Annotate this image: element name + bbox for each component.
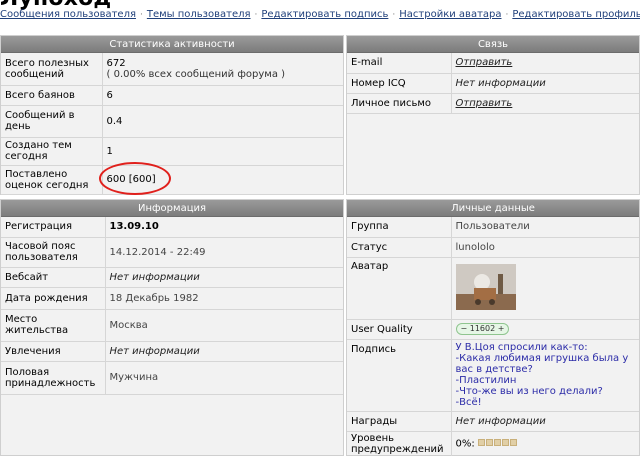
row-label: Всего полезных сообщений: [1, 53, 103, 86]
row-value: Отправить: [451, 93, 639, 114]
table-row: Половая принадлежность Мужчина: [1, 361, 343, 395]
row-label: Всего баянов: [1, 85, 103, 106]
table-row: Регистрация 13.09.10: [1, 217, 343, 238]
nav-separator: ·: [254, 10, 258, 20]
table-row: Подпись У В.Цоя спросили как-то: -Какая …: [347, 339, 639, 412]
table-row: Создано тем сегодня 1: [1, 137, 343, 166]
nav-separator: ·: [139, 10, 143, 20]
row-value: Пользователи: [451, 217, 639, 238]
personal-panel: Личные данные Группа Пользователи Статус l…: [346, 199, 640, 456]
personal-header: Личные данные: [347, 200, 639, 217]
row-value: Отправить: [451, 53, 639, 74]
table-row: Группа Пользователи: [347, 217, 639, 238]
nav-edit-signature[interactable]: Редактировать подпись: [261, 9, 388, 20]
info-header: Информация: [1, 200, 343, 217]
table-row: Место жительства Москва: [1, 309, 343, 342]
nav-edit-profile[interactable]: Редактировать профиль: [512, 9, 640, 20]
personal-table: Группа Пользователи Статус lunololo Аватар…: [347, 217, 639, 456]
table-row: E-mail Отправить: [347, 53, 639, 74]
activity-header: Статистика активности: [1, 36, 343, 53]
highlight-circle: [99, 162, 171, 195]
row-value: Москва: [105, 309, 343, 342]
table-row: User Quality − 11602 +: [347, 319, 639, 340]
row-value: Нет информации: [105, 267, 343, 288]
profile-nav: Сообщения пользователя · Темы пользователя…: [0, 9, 640, 23]
table-row: Дата рождения 18 Декабрь 1982: [1, 287, 343, 310]
row-label: Дата рождения: [1, 287, 106, 310]
table-row: Всего баянов 6: [1, 85, 343, 106]
row-value: 6: [102, 85, 343, 106]
table-row: Номер ICQ Нет информации: [347, 73, 639, 94]
row-label: Личное письмо: [347, 93, 452, 114]
row-label: Уровень предупреждений: [347, 431, 452, 456]
table-row: Сообщений в день 0.4: [1, 105, 343, 138]
row-value: 18 Декабрь 1982: [105, 287, 343, 310]
row-label: Поставлено оценок сегодня: [1, 165, 103, 195]
row-note: ( 0.00% всех сообщений форума ): [106, 68, 286, 80]
email-send-link[interactable]: Отправить: [456, 57, 513, 68]
info-table: Регистрация 13.09.10 Часовой пояс пользов…: [1, 217, 343, 395]
row-value: Нет информации: [105, 341, 343, 362]
row-label: User Quality: [347, 319, 452, 340]
row-label: Сообщений в день: [1, 105, 103, 138]
row-value: 14.12.2014 - 22:49: [105, 237, 343, 268]
table-row: Уровень предупреждений 0%:: [347, 431, 639, 456]
activity-panel: Статистика активности Всего полезных соо…: [0, 35, 344, 195]
row-label: Группа: [347, 217, 452, 238]
row-label: Регистрация: [1, 217, 106, 238]
table-row: Часовой пояс пользователя 14.12.2014 - 22…: [1, 237, 343, 268]
row-label: Создано тем сегодня: [1, 137, 103, 166]
table-row: Личное письмо Отправить: [347, 93, 639, 114]
row-label: Увлечения: [1, 341, 106, 362]
row-value: 0%:: [451, 431, 639, 456]
info-panel: Информация Регистрация 13.09.10 Часовой п…: [0, 199, 344, 456]
table-row: Аватар: [347, 257, 639, 320]
table-row: Вебсайт Нет информации: [1, 267, 343, 288]
table-row: Награды Нет информации: [347, 411, 639, 432]
pm-send-link[interactable]: Отправить: [456, 98, 513, 109]
row-label: E-mail: [347, 53, 452, 74]
row-label: Часовой пояс пользователя: [1, 237, 106, 268]
avatar-cell: [451, 257, 639, 320]
table-row: Статус lunololo: [347, 237, 639, 258]
nav-user-posts[interactable]: Сообщения пользователя: [0, 9, 136, 20]
row-value: Нет информации: [451, 73, 639, 94]
quality-badge[interactable]: − 11602 +: [455, 323, 510, 335]
row-value: − 11602 +: [451, 319, 639, 340]
row-label: Награды: [347, 411, 452, 432]
row-value: 13.09.10: [105, 217, 343, 238]
row-label: Место жительства: [1, 309, 106, 342]
nav-separator: ·: [505, 10, 509, 20]
nav-user-topics[interactable]: Темы пользователя: [147, 9, 251, 20]
table-row: Всего полезных сообщений 672( 0.00% всех …: [1, 53, 343, 86]
row-value: 672( 0.00% всех сообщений форума ): [102, 53, 343, 86]
row-label: Номер ICQ: [347, 73, 452, 94]
table-row: Поставлено оценок сегодня 600 [600]: [1, 165, 343, 195]
table-row: Увлечения Нет информации: [1, 341, 343, 362]
row-value: Нет информации: [451, 411, 639, 432]
nav-separator: ·: [392, 10, 396, 20]
row-value: 1: [102, 137, 343, 166]
row-label: Аватар: [347, 257, 452, 320]
row-label: Подпись: [347, 339, 452, 412]
activity-table: Всего полезных сообщений 672( 0.00% всех …: [1, 53, 343, 195]
row-value: lunololo: [451, 237, 639, 258]
avatar: [455, 263, 516, 310]
row-value: Мужчина: [105, 361, 343, 395]
row-value: 0.4: [102, 105, 343, 138]
contact-panel: Связь E-mail Отправить Номер ICQ Нет инфор…: [346, 35, 640, 195]
row-label: Статус: [347, 237, 452, 258]
row-label: Вебсайт: [1, 267, 106, 288]
warn-level-bar: [477, 438, 518, 449]
contact-header: Связь: [347, 36, 639, 53]
row-label: Половая принадлежность: [1, 361, 106, 395]
contact-table: E-mail Отправить Номер ICQ Нет информации …: [347, 53, 639, 114]
signature: У В.Цоя спросили как-то: -Какая любимая …: [451, 339, 639, 412]
nav-avatar-settings[interactable]: Настройки аватара: [399, 9, 501, 20]
